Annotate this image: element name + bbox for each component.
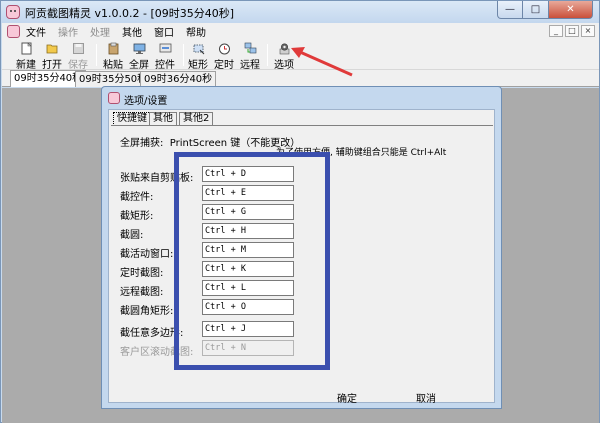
toolbar-separator xyxy=(183,44,184,66)
fullscreen-hotkey-label: 全屏捕获: PrintScreen 键（不能更改） xyxy=(120,138,301,149)
new-file-icon xyxy=(21,42,32,55)
new-button[interactable]: 新建 xyxy=(15,42,37,71)
mdi-restore-button[interactable]: □ xyxy=(565,25,579,37)
paste-button[interactable]: 粘贴 xyxy=(102,42,124,71)
window-controls: — □ ✕ xyxy=(497,1,593,20)
control-icon xyxy=(159,43,171,53)
menu-operate[interactable]: 操作 xyxy=(58,24,78,39)
clipboard-icon xyxy=(108,42,118,55)
window-title: 阿贡截图精灵 v1.0.0.2 - [09时35分40秒] xyxy=(25,7,235,20)
menu-window[interactable]: 窗口 xyxy=(154,24,174,39)
monitor-icon xyxy=(133,43,145,54)
folder-icon xyxy=(46,44,57,54)
timed-capture-label: 定时截图: xyxy=(120,268,164,279)
dialog-title-bar[interactable]: 选项/设置 xyxy=(102,87,501,109)
cancel-button[interactable]: 取消 xyxy=(416,390,436,405)
menu-help[interactable]: 帮助 xyxy=(186,24,206,39)
open-button[interactable]: 打开 xyxy=(41,42,63,71)
menu-bar: 文件 操作 处理 其他 窗口 帮助 _ □ × xyxy=(2,23,599,40)
tab-hotkeys[interactable]: 快捷键 xyxy=(113,112,151,126)
capture-control-label: 截控件: xyxy=(120,192,154,203)
minimize-button[interactable]: — xyxy=(497,1,523,19)
tab-other2[interactable]: 其他2 xyxy=(179,112,214,126)
menu-other[interactable]: 其他 xyxy=(122,24,142,39)
tab-other[interactable]: 其他 xyxy=(149,112,177,126)
toolbar-separator xyxy=(96,44,97,66)
floppy-icon xyxy=(72,43,84,54)
annotation-arrow-icon xyxy=(291,47,353,77)
mdi-controls: _ □ × xyxy=(549,25,595,37)
fullscreen-button[interactable]: 全屏 xyxy=(128,42,150,71)
ok-button[interactable]: 确定 xyxy=(337,390,357,405)
dialog-app-icon xyxy=(108,92,120,104)
document-icon[interactable] xyxy=(7,25,20,38)
mdi-minimize-button[interactable]: _ xyxy=(549,25,563,37)
capture-rounded-rect-label: 截圆角矩形: xyxy=(120,306,174,317)
tab-doc-3[interactable]: 09时36分40秒 xyxy=(140,71,217,87)
capture-rect-label: 截矩形: xyxy=(120,211,154,222)
timer-icon xyxy=(218,43,230,55)
remote-capture-label: 远程截图: xyxy=(120,287,164,298)
capture-active-window-label: 截活动窗口: xyxy=(120,249,174,260)
menu-file[interactable]: 文件 xyxy=(26,24,46,39)
capture-circle-label: 截圆: xyxy=(120,230,144,241)
tab-divider xyxy=(111,125,493,126)
close-button[interactable]: ✕ xyxy=(549,1,593,19)
annotation-highlight-box xyxy=(174,152,330,370)
save-button[interactable]: 保存 xyxy=(67,42,89,71)
remote-button[interactable]: 远程 xyxy=(239,42,261,71)
title-bar[interactable]: 阿贡截图精灵 v1.0.0.2 - [09时35分40秒] — □ ✕ xyxy=(1,1,599,23)
remote-icon xyxy=(244,42,256,54)
mdi-close-button[interactable]: × xyxy=(581,25,595,37)
maximize-button[interactable]: □ xyxy=(523,1,549,19)
control-button[interactable]: 控件 xyxy=(154,42,176,71)
rect-button[interactable]: 矩形 xyxy=(187,42,209,71)
rectangle-icon xyxy=(193,44,204,55)
toolbar-separator xyxy=(267,44,268,66)
app-icon xyxy=(6,5,20,19)
timer-button[interactable]: 定时 xyxy=(213,42,235,71)
menu-process[interactable]: 处理 xyxy=(90,24,110,39)
dialog-title: 选项/设置 xyxy=(124,96,168,107)
